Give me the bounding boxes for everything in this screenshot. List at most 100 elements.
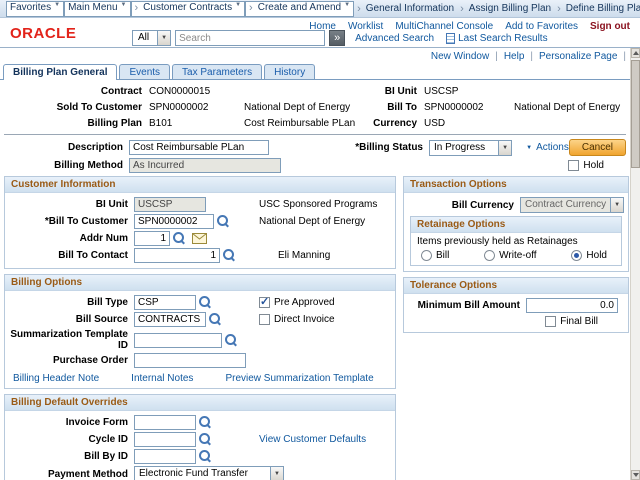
lookup-icon[interactable] [225, 334, 238, 347]
last-search-results-link[interactable]: Last Search Results [458, 33, 548, 44]
bill-currency-value: Contract Currency [521, 198, 610, 212]
sold-to-customer-value: SPN0000002 [149, 102, 244, 113]
hold-radio[interactable] [571, 250, 582, 261]
bill-to-contact-input[interactable] [134, 248, 220, 263]
dropdown-arrow-icon[interactable] [498, 141, 511, 155]
cancel-button[interactable]: Cancel [569, 139, 626, 156]
lookup-icon[interactable] [199, 433, 212, 446]
tab-history[interactable]: History [264, 64, 315, 79]
billing-status-value: In Progress [430, 141, 498, 155]
tab-bar: Billing Plan General Events Tax Paramete… [0, 63, 640, 80]
final-bill-checkbox[interactable] [545, 316, 556, 327]
breadcrumb-customer-contracts[interactable]: Customer Contracts [131, 1, 246, 17]
bill-to-contact-row: Bill To Contact Eli Manning [9, 248, 391, 263]
dropdown-arrow-icon[interactable] [157, 31, 170, 45]
advanced-search-link[interactable]: Advanced Search [355, 33, 434, 44]
bill-to-customer-input[interactable] [134, 214, 214, 229]
billing-header-note-link[interactable]: Billing Header Note [13, 373, 99, 384]
billing-plan-label: Billing Plan [4, 118, 149, 129]
billing-status-select[interactable]: In Progress [429, 140, 512, 156]
search-scope-select[interactable]: All [132, 30, 171, 46]
summarization-template-label: Summarization Template ID [9, 329, 134, 351]
retainage-option-write-off[interactable]: Write-off [484, 250, 536, 261]
bill-to-contact-description: Eli Manning [278, 250, 330, 261]
sign-out-link[interactable]: Sign out [590, 21, 630, 32]
currency-value: USD [424, 118, 514, 129]
two-column-layout: Customer Information BI Unit USC Sponsor… [4, 176, 626, 480]
retainage-radio-group: Bill Write-off Hold [411, 247, 621, 265]
purchase-order-label: Purchase Order [9, 355, 134, 366]
description-input[interactable] [129, 140, 269, 155]
bill-source-row: Bill Source Direct Invoice [9, 312, 391, 327]
lookup-icon[interactable] [199, 296, 212, 309]
invoice-form-input[interactable] [134, 415, 196, 430]
write-off-radio[interactable] [484, 250, 495, 261]
customer-information-title: Customer Information [5, 177, 395, 193]
breadcrumb-define-billing-plan[interactable]: Define Billing Plan [554, 3, 640, 15]
addr-num-input[interactable] [134, 231, 170, 246]
scrollbar-thumb[interactable] [631, 60, 640, 168]
breadcrumb-general-information[interactable]: General Information [354, 3, 457, 15]
bill-by-id-input[interactable] [134, 449, 196, 464]
personalize-page-link[interactable]: Personalize Page [539, 51, 626, 62]
billing-options-section: Billing Options Bill Type Pre Approved B… [4, 274, 396, 389]
view-customer-defaults-link[interactable]: View Customer Defaults [259, 434, 366, 445]
breadcrumb-assign-billing-plan[interactable]: Assign Billing Plan [457, 3, 554, 15]
tab-tax-parameters[interactable]: Tax Parameters [172, 64, 262, 79]
billing-method-label: Billing Method [4, 160, 129, 171]
lookup-icon[interactable] [217, 215, 230, 228]
breadcrumb-create-and-amend[interactable]: Create and Amend [245, 1, 354, 17]
breadcrumb-main-menu[interactable]: Main Menu [64, 1, 130, 17]
currency-label: Currency [369, 118, 424, 129]
search-input[interactable] [175, 30, 325, 46]
lookup-icon[interactable] [173, 232, 186, 245]
summarization-template-row: Summarization Template ID [9, 329, 391, 351]
bi-unit-row: BI Unit USC Sponsored Programs [9, 197, 391, 212]
payment-method-row: Payment Method Electronic Fund Transfer [9, 466, 391, 480]
bill-source-input[interactable] [134, 312, 206, 327]
internal-notes-link[interactable]: Internal Notes [131, 373, 193, 384]
summarization-template-input[interactable] [134, 333, 222, 348]
bi-unit-label: BI Unit [369, 86, 424, 97]
bi-unit-description: USC Sponsored Programs [259, 199, 377, 210]
pre-approved-checkbox[interactable] [259, 297, 270, 308]
billing-default-overrides-title: Billing Default Overrides [5, 395, 395, 411]
scrollbar-up-icon[interactable] [631, 48, 640, 58]
actions-link[interactable]: Actions [526, 142, 569, 153]
retainage-option-hold[interactable]: Hold [571, 250, 607, 261]
retainage-option-bill[interactable]: Bill [421, 250, 449, 261]
lookup-icon[interactable] [223, 249, 236, 262]
search-go-icon[interactable] [329, 30, 345, 46]
bill-radio[interactable] [421, 250, 432, 261]
preview-summarization-template-link[interactable]: Preview Summarization Template [225, 373, 373, 384]
dropdown-arrow-icon[interactable] [270, 467, 283, 480]
lookup-icon[interactable] [199, 416, 212, 429]
bill-type-input[interactable] [134, 295, 196, 310]
cycle-id-input[interactable] [134, 432, 196, 447]
minimum-bill-amount-input[interactable] [526, 298, 618, 313]
tab-billing-plan-general[interactable]: Billing Plan General [3, 64, 117, 80]
write-off-radio-label: Write-off [499, 250, 536, 261]
bill-by-id-label: Bill By ID [9, 451, 134, 462]
bill-to-customer-row: *Bill To Customer National Dept of Energ… [9, 214, 391, 229]
bill-to-label: Bill To [369, 102, 424, 113]
hold-checkbox[interactable] [568, 160, 579, 171]
envelope-icon[interactable] [192, 233, 207, 244]
vertical-scrollbar[interactable] [630, 48, 640, 480]
help-link[interactable]: Help [504, 51, 533, 62]
breadcrumb-favorites[interactable]: Favorites [6, 1, 64, 17]
bill-to-desc: National Dept of Energy [514, 102, 620, 113]
divider [4, 134, 626, 135]
scrollbar-down-icon[interactable] [631, 470, 640, 480]
lookup-icon[interactable] [209, 313, 222, 326]
lookup-icon[interactable] [199, 450, 212, 463]
bi-unit-field-label: BI Unit [9, 199, 134, 210]
tab-events[interactable]: Events [119, 64, 170, 79]
payment-method-select[interactable]: Electronic Fund Transfer [134, 466, 284, 480]
direct-invoice-checkbox[interactable] [259, 314, 270, 325]
hold-radio-label: Hold [586, 250, 607, 261]
purchase-order-input[interactable] [134, 353, 246, 368]
addr-num-row: Addr Num [9, 231, 391, 246]
sold-to-customer-desc: National Dept of Energy [244, 102, 369, 113]
new-window-link[interactable]: New Window [431, 51, 498, 62]
